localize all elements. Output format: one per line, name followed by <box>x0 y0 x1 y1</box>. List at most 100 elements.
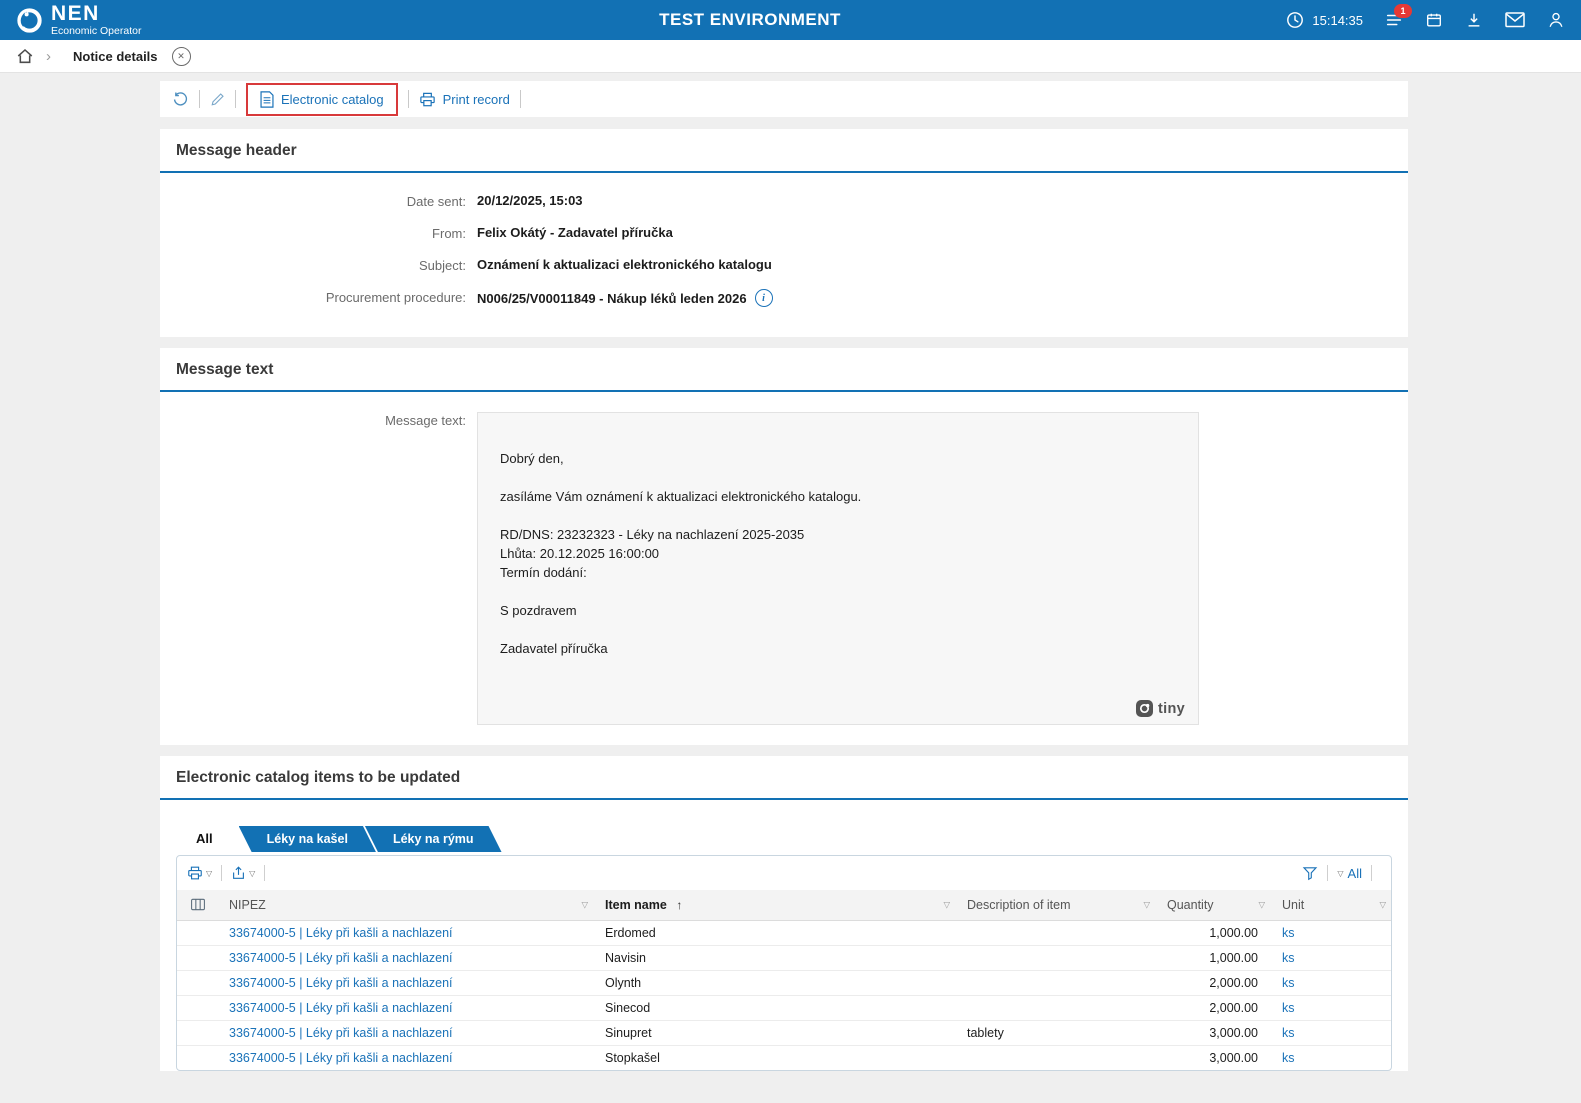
field-row: Procurement procedure: N006/25/V00011849… <box>176 289 1392 307</box>
item-name-cell: Olynth <box>605 975 642 990</box>
unit-link[interactable]: ks <box>1282 976 1295 990</box>
filter-triangle-icon[interactable]: ▽ <box>1379 899 1386 910</box>
home-button[interactable] <box>16 47 34 65</box>
message-text-editor: Dobrý den, zasíláme Vám oznámení k aktua… <box>477 412 1199 725</box>
row-icon-cell <box>177 1045 219 1070</box>
main-content: Electronic catalog Print record Message … <box>160 73 1408 1071</box>
catalog-table: NIPEZ ▽ Item name ↑ ▽ Description of ite… <box>177 890 1391 1070</box>
field-label: Procurement procedure: <box>325 290 466 305</box>
row-icon-cell <box>177 970 219 995</box>
column-header-quantity[interactable]: Quantity ▽ <box>1157 890 1272 921</box>
separator <box>1327 865 1329 881</box>
tiny-brand-text: tiny <box>1158 700 1185 717</box>
page-title: Notice details <box>73 48 158 64</box>
column-settings-button[interactable] <box>187 897 209 912</box>
notifications-button[interactable]: 1 <box>1385 4 1412 29</box>
funnel-icon <box>1303 867 1318 881</box>
table-row[interactable]: 33674000-5 | Léky při kašli a nachlazení… <box>177 995 1391 1020</box>
filter-triangle-icon[interactable]: ▽ <box>1143 899 1150 910</box>
filter-scope-dropdown-icon[interactable]: ▽ <box>1337 869 1343 878</box>
downloads-button[interactable] <box>1465 11 1483 29</box>
grid-print-button[interactable]: ▽ <box>187 865 212 881</box>
column-header-description[interactable]: Description of item ▽ <box>957 890 1157 921</box>
clock-icon <box>1287 12 1304 28</box>
table-row[interactable]: 33674000-5 | Léky při kašli a nachlazení… <box>177 970 1391 995</box>
edit-button[interactable] <box>208 92 227 107</box>
catalog-panel: Electronic catalog items to be updated A… <box>160 756 1408 1071</box>
row-icon-cell <box>177 920 219 945</box>
quantity-cell: 2,000.00 <box>1209 1000 1258 1015</box>
history-button[interactable] <box>170 91 191 108</box>
message-header-panel: Message header Date sent: 20/12/2025, 15… <box>160 129 1408 337</box>
catalog-tabs: All Léky na kašel Léky na rýmu <box>160 800 1408 852</box>
filter-triangle-icon[interactable]: ▽ <box>1258 899 1265 910</box>
download-icon <box>1468 13 1480 27</box>
message-text-row: Message text: Dobrý den, zasíláme Vám oz… <box>160 392 1408 745</box>
electronic-catalog-button[interactable]: Electronic catalog <box>258 90 386 108</box>
table-row[interactable]: 33674000-5 | Léky při kašli a nachlazení… <box>177 945 1391 970</box>
field-row: Date sent: 20/12/2025, 15:03 <box>176 193 1392 209</box>
info-icon[interactable]: i <box>754 289 773 307</box>
unit-link[interactable]: ks <box>1282 1001 1295 1015</box>
print-record-label: Print record <box>442 91 510 107</box>
unit-link[interactable]: ks <box>1282 926 1295 940</box>
nen-logo[interactable]: NEN Economic Operator <box>16 3 141 37</box>
table-row[interactable]: 33674000-5 | Léky při kašli a nachlazení… <box>177 920 1391 945</box>
tab-all[interactable]: All <box>176 826 233 852</box>
nipez-link[interactable]: 33674000-5 | Léky při kašli a nachlazení <box>229 1051 453 1065</box>
quantity-cell: 2,000.00 <box>1209 975 1258 990</box>
item-name-cell: Erdomed <box>605 925 656 940</box>
quantity-cell: 1,000.00 <box>1209 950 1258 965</box>
messages-button[interactable] <box>1505 12 1525 28</box>
column-header-nipez[interactable]: NIPEZ ▽ <box>219 890 595 921</box>
column-header-unit[interactable]: Unit ▽ <box>1272 890 1391 921</box>
unit-link[interactable]: ks <box>1282 1051 1295 1065</box>
columns-icon <box>191 899 205 911</box>
item-name-cell: Sinecod <box>605 1000 651 1015</box>
date-sent-value: 20/12/2025, 15:03 <box>477 193 583 208</box>
grid-filter-button[interactable] <box>1302 865 1318 881</box>
profile-button[interactable] <box>1547 11 1565 29</box>
clock: 15:14:35 <box>1286 11 1363 29</box>
description-cell <box>957 995 1157 1020</box>
filter-triangle-icon[interactable]: ▽ <box>581 899 588 910</box>
message-body: Dobrý den, zasíláme Vám oznámení k aktua… <box>500 451 862 656</box>
calendar-button[interactable] <box>1425 11 1443 29</box>
nipez-link[interactable]: 33674000-5 | Léky při kašli a nachlazení <box>229 1001 453 1015</box>
tab-leky-na-rymu[interactable]: Léky na rýmu <box>365 826 502 852</box>
separator <box>1371 865 1372 881</box>
field-label: Date sent: <box>406 194 466 209</box>
tab-leky-na-kasel[interactable]: Léky na kašel <box>239 826 376 852</box>
nipez-link[interactable]: 33674000-5 | Léky při kašli a nachlazení <box>229 926 453 940</box>
export-dropdown-icon[interactable]: ▽ <box>249 869 255 878</box>
procurement-procedure-value: N006/25/V00011849 - Nákup léků leden 202… <box>477 289 773 307</box>
nipez-link[interactable]: 33674000-5 | Léky při kašli a nachlazení <box>229 951 453 965</box>
table-row[interactable]: 33674000-5 | Léky při kašli a nachlazení… <box>177 1020 1391 1045</box>
unit-link[interactable]: ks <box>1282 951 1295 965</box>
brand-name: NEN <box>51 2 100 26</box>
electronic-catalog-label: Electronic catalog <box>281 91 384 107</box>
nipez-link[interactable]: 33674000-5 | Léky při kašli a nachlazení <box>229 1026 453 1040</box>
row-icon-cell <box>177 995 219 1020</box>
environment-title: TEST ENVIRONMENT <box>659 10 841 29</box>
printer-icon <box>419 92 435 106</box>
grid-export-button[interactable]: ▽ <box>231 865 255 881</box>
description-cell <box>957 920 1157 945</box>
record-toolbar: Electronic catalog Print record <box>160 81 1408 117</box>
print-dropdown-icon[interactable]: ▽ <box>206 869 212 878</box>
print-record-button[interactable]: Print record <box>417 91 512 108</box>
nipez-link[interactable]: 33674000-5 | Léky při kašli a nachlazení <box>229 976 453 990</box>
filter-triangle-icon[interactable]: ▽ <box>943 899 950 910</box>
tiny-logo-icon <box>1136 700 1154 717</box>
separator <box>407 90 409 108</box>
table-row[interactable]: 33674000-5 | Léky při kašli a nachlazení… <box>177 1045 1391 1070</box>
section-title: Message header <box>176 142 297 159</box>
unit-link[interactable]: ks <box>1282 1026 1295 1040</box>
app-header: NEN Economic Operator TEST ENVIRONMENT 1… <box>0 0 1581 40</box>
close-tab-button[interactable]: ✕ <box>171 46 191 66</box>
filter-scope-all[interactable]: All <box>1348 866 1362 881</box>
pencil-icon <box>211 92 224 106</box>
sort-ascending-icon[interactable]: ↑ <box>676 898 682 912</box>
item-name-cell: Navisin <box>605 950 646 965</box>
column-header-item-name[interactable]: Item name ↑ ▽ <box>595 890 957 921</box>
